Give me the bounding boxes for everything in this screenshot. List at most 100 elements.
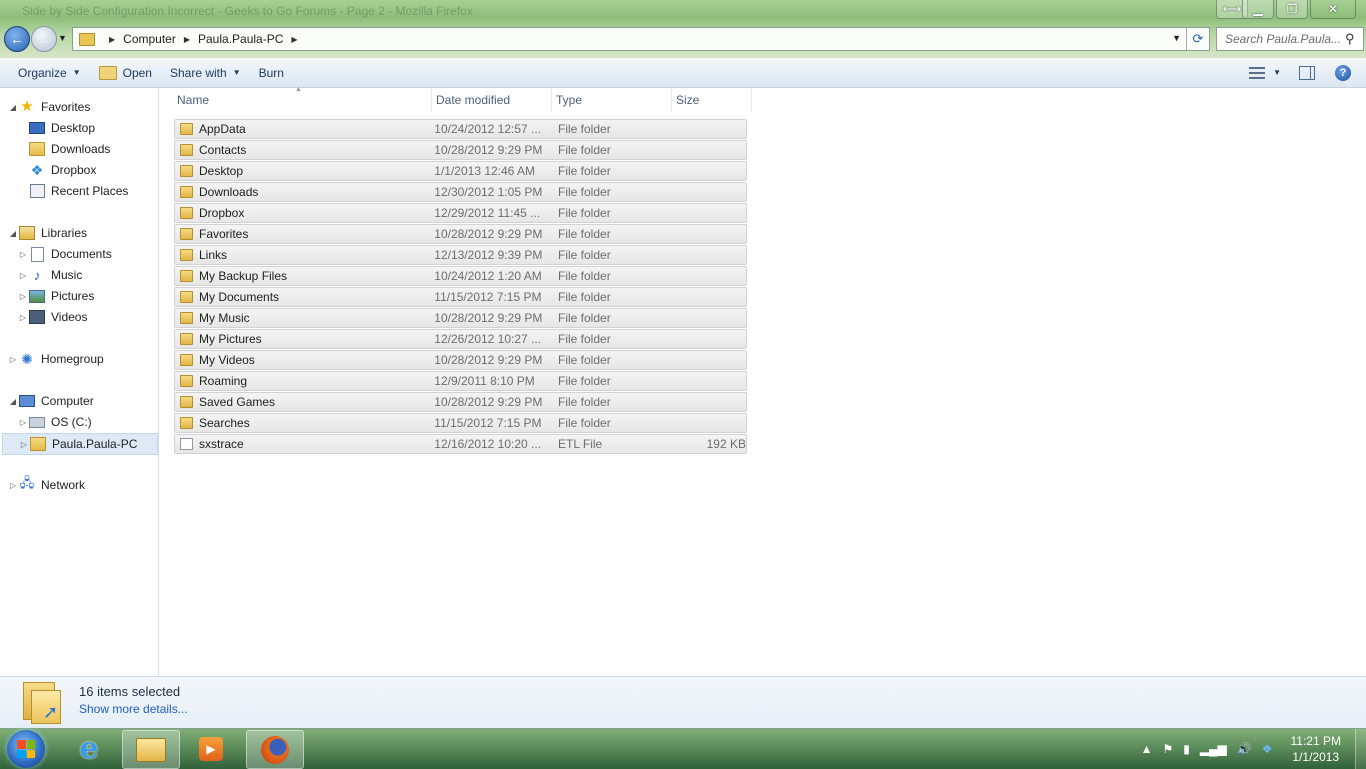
- file-name: My Documents: [199, 290, 280, 304]
- change-view-icon[interactable]: [1249, 66, 1266, 79]
- breadcrumb-computer[interactable]: Computer: [123, 32, 176, 46]
- nav-item-dropbox[interactable]: ❖ Dropbox: [29, 160, 97, 180]
- file-row[interactable]: Downloads 12/30/2012 1:05 PM File folder: [174, 182, 747, 202]
- file-row[interactable]: Desktop 1/1/2013 12:46 AM File folder: [174, 161, 747, 181]
- clock[interactable]: 11:21 PM 1/1/2013: [1291, 733, 1341, 765]
- nav-item-user-folder[interactable]: ▷ Paula.Paula-PC: [2, 433, 158, 455]
- file-row[interactable]: Dropbox 12/29/2012 11:45 ... File folder: [174, 203, 747, 223]
- volume-icon[interactable]: 🔊: [1237, 742, 1252, 756]
- expand-triangle-icon[interactable]: ▷: [17, 292, 29, 301]
- file-date: 11/15/2012 7:15 PM: [434, 290, 542, 304]
- organize-button[interactable]: Organize ▼: [9, 61, 90, 85]
- file-date: 10/24/2012 1:20 AM: [434, 269, 542, 283]
- open-button[interactable]: Open: [90, 61, 161, 85]
- chevron-right-icon[interactable]: ▶: [109, 35, 115, 44]
- collapse-triangle-icon[interactable]: ◢: [7, 397, 19, 406]
- breadcrumb-user-folder[interactable]: Paula.Paula-PC: [198, 32, 283, 46]
- file-name-cell: My Pictures: [175, 332, 430, 346]
- view-controls: ▼ ?: [1249, 58, 1366, 87]
- show-desktop-button[interactable]: [1355, 729, 1366, 769]
- column-header-date[interactable]: Date modified: [432, 88, 552, 112]
- network-signal-icon[interactable]: ▂▄▆: [1200, 742, 1227, 756]
- refresh-button[interactable]: ⟳: [1186, 28, 1209, 50]
- file-row[interactable]: Contacts 10/28/2012 9:29 PM File folder: [174, 140, 747, 160]
- help-icon[interactable]: ?: [1335, 64, 1351, 81]
- nav-favorites[interactable]: ◢ ★ Favorites: [7, 97, 90, 117]
- file-date: 10/28/2012 9:29 PM: [434, 353, 543, 367]
- nav-label: Pictures: [51, 289, 95, 303]
- nav-computer[interactable]: ◢ Computer: [7, 391, 94, 411]
- forward-button[interactable]: →: [31, 26, 57, 52]
- maximize-button[interactable]: ❐: [1276, 0, 1308, 19]
- expand-triangle-icon[interactable]: ▷: [17, 313, 29, 322]
- search-box[interactable]: ⚲: [1216, 27, 1364, 51]
- nav-libraries[interactable]: ◢ Libraries: [7, 223, 87, 243]
- taskbar-windows-explorer[interactable]: [122, 730, 180, 769]
- file-name-cell: Roaming: [175, 374, 430, 388]
- nav-item-os-drive[interactable]: ▷ OS (C:): [17, 412, 92, 432]
- file-date: 10/28/2012 9:29 PM: [434, 311, 543, 325]
- file-row[interactable]: Links 12/13/2012 9:39 PM File folder: [174, 245, 747, 265]
- expand-triangle-icon[interactable]: ▷: [17, 418, 29, 427]
- taskbar-internet-explorer[interactable]: e: [61, 730, 117, 767]
- column-header-type[interactable]: Type: [552, 88, 672, 112]
- nav-item-documents[interactable]: ▷ Documents: [17, 244, 112, 264]
- file-row[interactable]: My Videos 10/28/2012 9:29 PM File folder: [174, 350, 747, 370]
- column-header-name[interactable]: Name ▲: [173, 86, 432, 112]
- column-header-size[interactable]: Size: [672, 88, 752, 112]
- nav-item-pictures[interactable]: ▷ Pictures: [17, 286, 94, 306]
- recent-pages-dropdown[interactable]: ▼: [58, 33, 67, 43]
- chevron-right-icon[interactable]: ▶: [291, 35, 297, 44]
- file-row[interactable]: AppData 10/24/2012 12:57 ... File folder: [174, 119, 747, 139]
- show-hidden-icons-icon[interactable]: ▲: [1141, 742, 1153, 756]
- back-button[interactable]: ←: [4, 26, 30, 52]
- nav-label: Libraries: [41, 226, 88, 240]
- minimize-button[interactable]: ▁: [1242, 0, 1274, 19]
- file-row[interactable]: Roaming 12/9/2011 8:10 PM File folder: [174, 371, 747, 391]
- start-button[interactable]: [7, 730, 45, 768]
- file-row[interactable]: My Music 10/28/2012 9:29 PM File folder: [174, 308, 747, 328]
- preview-pane-icon[interactable]: [1299, 65, 1315, 80]
- collapse-triangle-icon[interactable]: ◢: [7, 229, 19, 238]
- close-button[interactable]: ✕: [1310, 0, 1356, 19]
- power-icon[interactable]: ▮: [1183, 742, 1190, 756]
- nav-homegroup[interactable]: ▷ ✺ Homegroup: [7, 349, 104, 369]
- burn-button[interactable]: Burn: [250, 61, 293, 85]
- expand-triangle-icon[interactable]: ▷: [17, 271, 29, 280]
- search-icon[interactable]: ⚲: [1345, 31, 1355, 47]
- view-options-dropdown-icon[interactable]: ▼: [1273, 68, 1281, 77]
- nav-item-recent-places[interactable]: Recent Places: [29, 181, 128, 201]
- expand-triangle-icon[interactable]: ▷: [7, 481, 19, 490]
- burn-label: Burn: [258, 65, 284, 80]
- file-row[interactable]: My Backup Files 10/24/2012 1:20 AM File fo…: [174, 266, 747, 286]
- chevron-right-icon[interactable]: ▶: [184, 35, 190, 44]
- folder-icon: [30, 437, 46, 451]
- expand-triangle-icon[interactable]: ▷: [18, 440, 30, 449]
- taskbar-media-player[interactable]: ▶: [183, 730, 239, 767]
- file-row[interactable]: Favorites 10/28/2012 9:29 PM File folder: [174, 224, 747, 244]
- nav-item-videos[interactable]: ▷ Videos: [17, 307, 87, 327]
- file-row[interactable]: My Pictures 12/26/2012 10:27 ... File fold…: [174, 329, 747, 349]
- nav-item-desktop[interactable]: Desktop: [29, 118, 95, 138]
- file-row[interactable]: My Documents 11/15/2012 7:15 PM File folde…: [174, 287, 747, 307]
- file-row[interactable]: Searches 11/15/2012 7:15 PM File folder: [174, 413, 747, 433]
- taskbar-firefox[interactable]: [246, 730, 304, 769]
- collapse-triangle-icon[interactable]: ◢: [7, 103, 19, 112]
- expand-triangle-icon[interactable]: ▷: [7, 355, 19, 364]
- share-with-button[interactable]: Share with ▼: [161, 61, 250, 85]
- action-center-flag-icon[interactable]: ⚑: [1162, 742, 1173, 756]
- nav-item-music[interactable]: ▷ ♪ Music: [17, 265, 82, 285]
- dropbox-icon[interactable]: ❖: [1262, 742, 1273, 756]
- search-input[interactable]: [1223, 31, 1345, 47]
- expand-triangle-icon[interactable]: ▷: [17, 250, 29, 259]
- nav-item-downloads[interactable]: Downloads: [29, 139, 110, 159]
- music-icon: ♪: [33, 267, 41, 283]
- address-dropdown-icon[interactable]: ▼: [1172, 33, 1181, 43]
- address-bar[interactable]: ▶ Computer ▶ Paula.Paula-PC ▶ ▼ ⟳: [72, 27, 1210, 51]
- file-name: Searches: [199, 416, 250, 430]
- file-row[interactable]: Saved Games 10/28/2012 9:29 PM File folder: [174, 392, 747, 412]
- nav-network[interactable]: ▷ 🖧 Network: [7, 475, 85, 495]
- show-more-details-link[interactable]: Show more details...: [79, 702, 188, 716]
- nav-label: Videos: [51, 310, 88, 324]
- file-row[interactable]: sxstrace 12/16/2012 10:20 ... ETL File 192 …: [174, 434, 747, 454]
